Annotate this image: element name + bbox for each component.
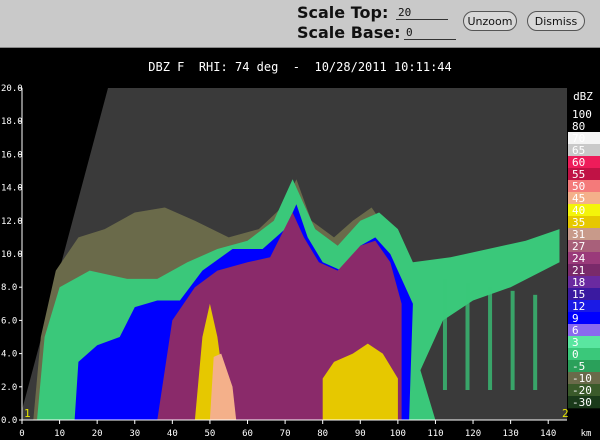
echo-streak xyxy=(488,286,493,390)
x-tick-label: 50 xyxy=(205,429,216,439)
echo-streak xyxy=(465,282,470,390)
x-tick-label: 120 xyxy=(465,429,481,439)
colorbar-unit: dBZ xyxy=(573,90,593,103)
x-tick-label: 70 xyxy=(280,429,291,439)
y-tick-label: 8.0 xyxy=(1,283,17,293)
x-tick-label: 130 xyxy=(502,429,518,439)
corner-marker: 1 xyxy=(24,407,31,420)
radar-field xyxy=(22,88,567,420)
y-tick-label: 4.0 xyxy=(1,350,17,360)
echo-streak xyxy=(442,278,447,390)
x-tick-label: 90 xyxy=(355,429,366,439)
x-tick-label: 10 xyxy=(54,429,65,439)
y-tick-label: 6.0 xyxy=(1,316,17,326)
colorbar-label: -30 xyxy=(572,396,592,409)
x-tick-label: 100 xyxy=(390,429,406,439)
x-tick-label: 30 xyxy=(129,429,140,439)
x-axis-unit: km xyxy=(581,429,592,439)
x-tick-label: 60 xyxy=(242,429,253,439)
echo-streak xyxy=(533,294,538,390)
y-tick-label: 16.0 xyxy=(1,150,23,160)
x-tick-label: 140 xyxy=(540,429,556,439)
y-tick-label: 20.0 xyxy=(1,84,23,94)
echo-streak xyxy=(510,290,515,390)
x-tick-label: 110 xyxy=(427,429,443,439)
colorbar: dBZ1008070656055504540353127242118151296… xyxy=(568,90,600,409)
x-tick-label: 80 xyxy=(317,429,328,439)
y-tick-label: 12.0 xyxy=(1,217,23,227)
x-tick-label: 20 xyxy=(92,429,103,439)
y-tick-label: 14.0 xyxy=(1,184,23,194)
corner-marker: 2 xyxy=(562,407,569,420)
y-tick-label: 18.0 xyxy=(1,117,23,127)
y-tick-label: 2.0 xyxy=(1,383,17,393)
rhi-plot[interactable]: 0 10 20 30 40 50 60 70 80 90 100 110 120 130 140 0.0 2.0… xyxy=(0,0,600,440)
x-tick-label: 40 xyxy=(167,429,178,439)
y-tick-label: 10.0 xyxy=(1,250,23,260)
x-tick-label: 0 xyxy=(19,429,24,439)
y-tick-label: 0.0 xyxy=(1,416,17,426)
